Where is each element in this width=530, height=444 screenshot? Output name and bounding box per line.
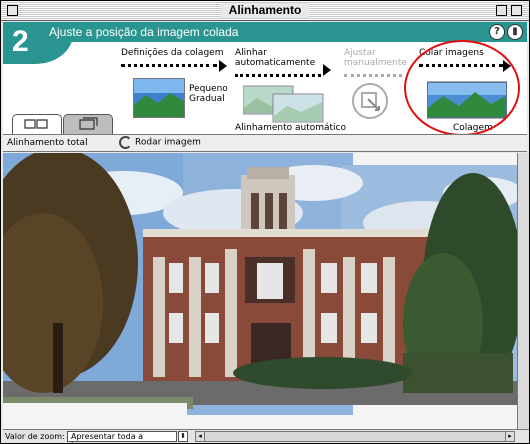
collapse-icon[interactable]: ▮ [507,24,523,40]
toolbar: Alinhamento total Rodar imagem [3,134,527,152]
step-ajustar-progress [344,74,402,77]
collage-settings-thumb[interactable] [133,78,185,118]
panorama-preview[interactable] [3,153,517,429]
zoom-select[interactable]: Apresentar toda a imagem [67,431,177,443]
vertical-scrollbar[interactable] [517,153,529,429]
window-title: Alinhamento [220,3,310,18]
scroll-left-icon[interactable]: ◂ [195,431,205,442]
step-definicoes-label: Definições da colagem [121,48,224,58]
rotate-image-label: Rodar imagem [135,137,201,148]
step-definicoes-progress [121,64,217,67]
zoom-box[interactable] [496,5,507,16]
single-view-icon[interactable] [63,114,113,134]
step-ajustar-label: Ajustar manualmente [344,48,407,68]
arrow-2-icon [323,64,331,76]
horizontal-scrollbar[interactable] [205,431,505,442]
manual-adjust-icon [351,82,389,120]
tile-view-icon[interactable] [12,114,62,134]
header-title: Ajuste a posição da imagem colada [49,25,239,39]
step-alinhar-label: Alinhar automaticamente [235,48,316,68]
auto-align-thumb[interactable] [242,82,325,124]
arrow-1-icon [219,60,227,72]
rotate-image-button[interactable]: Rodar imagem [119,136,201,149]
scroll-right-icon[interactable]: ▸ [505,431,515,442]
help-icon[interactable]: ? [489,24,505,40]
step-number: 2 [12,25,29,58]
step-alinhar[interactable]: Alinhar automaticamente [235,48,331,77]
collage-settings-thumb-label: Pequeno Gradual [189,84,228,104]
auto-align-thumb-label: Alinhamento automático [235,123,347,133]
status-bar: Valor de zoom: Apresentar toda a imagem … [3,429,529,443]
step-ajustar: Ajustar manualmente [344,48,408,77]
alignment-mode-label[interactable]: Alinhamento total [7,138,88,148]
highlight-circle [404,40,520,136]
zoom-label: Valor de zoom: [5,432,65,441]
step-alinhar-progress [235,74,321,77]
title-bar[interactable]: Alinhamento [1,1,529,21]
zoom-select-arrow-icon[interactable]: ⬍ [178,431,188,442]
rotate-icon [119,136,132,149]
collapse-box[interactable] [511,5,522,16]
alignment-window: Alinhamento 2 Ajuste a posição da imagem… [0,0,530,444]
step-definicoes[interactable]: Definições da colagem [121,48,224,67]
